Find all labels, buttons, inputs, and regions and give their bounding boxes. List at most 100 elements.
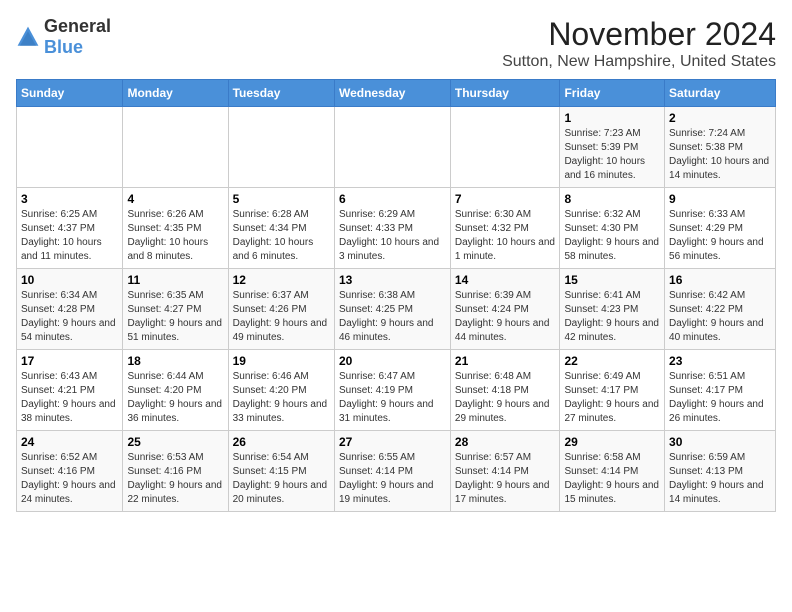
weekday-header-sunday: Sunday: [17, 80, 123, 107]
calendar-cell: 28Sunrise: 6:57 AM Sunset: 4:14 PM Dayli…: [450, 431, 560, 512]
calendar-cell: 8 Sunrise: 6:32 AM Sunset: 4:30 PM Daylig…: [560, 188, 665, 269]
page-header: General Blue November 2024 Sutton, New H…: [16, 16, 776, 71]
day-info: Sunrise: 6:42 AM Sunset: 4:22 PM Dayligh…: [669, 289, 771, 345]
day-number: 10: [21, 273, 118, 287]
calendar-week-2: 3Sunrise: 6:25 AM Sunset: 4:37 PM Daylig…: [17, 188, 776, 269]
calendar-cell: 12Sunrise: 6:37 AM Sunset: 4:26 PM Dayli…: [228, 269, 334, 350]
calendar-cell: 21 Sunrise: 6:48 AM Sunset: 4:18 PM Dayli…: [450, 350, 560, 431]
day-info: Sunrise: 6:43 AM Sunset: 4:21 PM Dayligh…: [21, 370, 118, 426]
calendar-cell: 1Sunrise: 7:23 AM Sunset: 5:39 PM Daylig…: [560, 107, 665, 188]
calendar-week-4: 17 Sunrise: 6:43 AM Sunset: 4:21 PM Dayli…: [17, 350, 776, 431]
calendar-cell: 29 Sunrise: 6:58 AM Sunset: 4:14 PM Dayli…: [560, 431, 665, 512]
calendar-cell: [228, 107, 334, 188]
day-number: 20: [339, 354, 446, 368]
day-info: Sunrise: 6:55 AM Sunset: 4:14 PM Dayligh…: [339, 451, 446, 507]
day-info: Sunrise: 6:53 AM Sunset: 4:16 PM Dayligh…: [127, 451, 223, 507]
calendar-week-5: 24 Sunrise: 6:52 AM Sunset: 4:16 PM Dayli…: [17, 431, 776, 512]
day-number: 18: [127, 354, 223, 368]
day-number: 24: [21, 435, 118, 449]
weekday-header-monday: Monday: [123, 80, 228, 107]
page-title: November 2024: [502, 16, 776, 53]
day-number: 7: [455, 192, 556, 206]
logo-text: General Blue: [44, 16, 111, 58]
day-info: Sunrise: 6:35 AM Sunset: 4:27 PM Dayligh…: [127, 289, 223, 345]
calendar-cell: 7Sunrise: 6:30 AM Sunset: 4:32 PM Daylig…: [450, 188, 560, 269]
page-subtitle: Sutton, New Hampshire, United States: [502, 53, 776, 71]
calendar-cell: 25 Sunrise: 6:53 AM Sunset: 4:16 PM Dayli…: [123, 431, 228, 512]
day-number: 30: [669, 435, 771, 449]
calendar-cell: 10 Sunrise: 6:34 AM Sunset: 4:28 PM Dayli…: [17, 269, 123, 350]
calendar-cell: 18 Sunrise: 6:44 AM Sunset: 4:20 PM Dayli…: [123, 350, 228, 431]
calendar-table: SundayMondayTuesdayWednesdayThursdayFrid…: [16, 79, 776, 512]
weekday-header-saturday: Saturday: [665, 80, 776, 107]
day-number: 4: [127, 192, 223, 206]
logo-icon: [16, 25, 40, 49]
weekday-header-wednesday: Wednesday: [334, 80, 450, 107]
calendar-cell: 23 Sunrise: 6:51 AM Sunset: 4:17 PM Dayli…: [665, 350, 776, 431]
day-number: 17: [21, 354, 118, 368]
calendar-cell: 30 Sunrise: 6:59 AM Sunset: 4:13 PM Dayli…: [665, 431, 776, 512]
day-info: Sunrise: 6:34 AM Sunset: 4:28 PM Dayligh…: [21, 289, 118, 345]
day-info: Sunrise: 7:24 AM Sunset: 5:38 PM Dayligh…: [669, 127, 771, 183]
logo: General Blue: [16, 16, 111, 58]
calendar-cell: [123, 107, 228, 188]
calendar-cell: 24 Sunrise: 6:52 AM Sunset: 4:16 PM Dayli…: [17, 431, 123, 512]
day-number: 2: [669, 111, 771, 125]
day-number: 13: [339, 273, 446, 287]
day-number: 26: [233, 435, 330, 449]
day-info: Sunrise: 6:32 AM Sunset: 4:30 PM Dayligh…: [564, 208, 660, 264]
day-number: 5: [233, 192, 330, 206]
day-info: Sunrise: 6:54 AM Sunset: 4:15 PM Dayligh…: [233, 451, 330, 507]
day-number: 29: [564, 435, 660, 449]
day-info: Sunrise: 6:29 AM Sunset: 4:33 PM Dayligh…: [339, 208, 446, 264]
calendar-cell: 22Sunrise: 6:49 AM Sunset: 4:17 PM Dayli…: [560, 350, 665, 431]
calendar-week-3: 10 Sunrise: 6:34 AM Sunset: 4:28 PM Dayli…: [17, 269, 776, 350]
day-info: Sunrise: 6:59 AM Sunset: 4:13 PM Dayligh…: [669, 451, 771, 507]
day-number: 1: [564, 111, 660, 125]
calendar-cell: 13Sunrise: 6:38 AM Sunset: 4:25 PM Dayli…: [334, 269, 450, 350]
calendar-cell: 4Sunrise: 6:26 AM Sunset: 4:35 PM Daylig…: [123, 188, 228, 269]
day-number: 12: [233, 273, 330, 287]
calendar-header: SundayMondayTuesdayWednesdayThursdayFrid…: [17, 80, 776, 107]
day-number: 19: [233, 354, 330, 368]
day-info: Sunrise: 6:39 AM Sunset: 4:24 PM Dayligh…: [455, 289, 556, 345]
day-info: Sunrise: 6:57 AM Sunset: 4:14 PM Dayligh…: [455, 451, 556, 507]
title-block: November 2024 Sutton, New Hampshire, Uni…: [502, 16, 776, 71]
day-info: Sunrise: 6:48 AM Sunset: 4:18 PM Dayligh…: [455, 370, 556, 426]
day-number: 21: [455, 354, 556, 368]
calendar-body: 1Sunrise: 7:23 AM Sunset: 5:39 PM Daylig…: [17, 107, 776, 512]
day-info: Sunrise: 6:44 AM Sunset: 4:20 PM Dayligh…: [127, 370, 223, 426]
calendar-cell: 15Sunrise: 6:41 AM Sunset: 4:23 PM Dayli…: [560, 269, 665, 350]
calendar-cell: 14Sunrise: 6:39 AM Sunset: 4:24 PM Dayli…: [450, 269, 560, 350]
day-number: 9: [669, 192, 771, 206]
weekday-header-row: SundayMondayTuesdayWednesdayThursdayFrid…: [17, 80, 776, 107]
day-info: Sunrise: 6:46 AM Sunset: 4:20 PM Dayligh…: [233, 370, 330, 426]
calendar-cell: 11Sunrise: 6:35 AM Sunset: 4:27 PM Dayli…: [123, 269, 228, 350]
calendar-week-1: 1Sunrise: 7:23 AM Sunset: 5:39 PM Daylig…: [17, 107, 776, 188]
calendar-cell: 6Sunrise: 6:29 AM Sunset: 4:33 PM Daylig…: [334, 188, 450, 269]
day-number: 25: [127, 435, 223, 449]
calendar-cell: 19 Sunrise: 6:46 AM Sunset: 4:20 PM Dayli…: [228, 350, 334, 431]
calendar-cell: 27 Sunrise: 6:55 AM Sunset: 4:14 PM Dayli…: [334, 431, 450, 512]
day-number: 27: [339, 435, 446, 449]
calendar-cell: 9 Sunrise: 6:33 AM Sunset: 4:29 PM Daylig…: [665, 188, 776, 269]
day-info: Sunrise: 6:51 AM Sunset: 4:17 PM Dayligh…: [669, 370, 771, 426]
weekday-header-tuesday: Tuesday: [228, 80, 334, 107]
calendar-cell: 17 Sunrise: 6:43 AM Sunset: 4:21 PM Dayli…: [17, 350, 123, 431]
calendar-cell: [334, 107, 450, 188]
day-number: 15: [564, 273, 660, 287]
calendar-cell: 5Sunrise: 6:28 AM Sunset: 4:34 PM Daylig…: [228, 188, 334, 269]
day-info: Sunrise: 6:58 AM Sunset: 4:14 PM Dayligh…: [564, 451, 660, 507]
weekday-header-thursday: Thursday: [450, 80, 560, 107]
calendar-cell: 3Sunrise: 6:25 AM Sunset: 4:37 PM Daylig…: [17, 188, 123, 269]
calendar-cell: [450, 107, 560, 188]
day-info: Sunrise: 6:33 AM Sunset: 4:29 PM Dayligh…: [669, 208, 771, 264]
logo-blue: Blue: [44, 37, 83, 57]
day-number: 16: [669, 273, 771, 287]
calendar-cell: 16 Sunrise: 6:42 AM Sunset: 4:22 PM Dayli…: [665, 269, 776, 350]
day-number: 22: [564, 354, 660, 368]
day-number: 8: [564, 192, 660, 206]
day-info: Sunrise: 6:25 AM Sunset: 4:37 PM Dayligh…: [21, 208, 118, 264]
day-number: 23: [669, 354, 771, 368]
day-info: Sunrise: 6:52 AM Sunset: 4:16 PM Dayligh…: [21, 451, 118, 507]
